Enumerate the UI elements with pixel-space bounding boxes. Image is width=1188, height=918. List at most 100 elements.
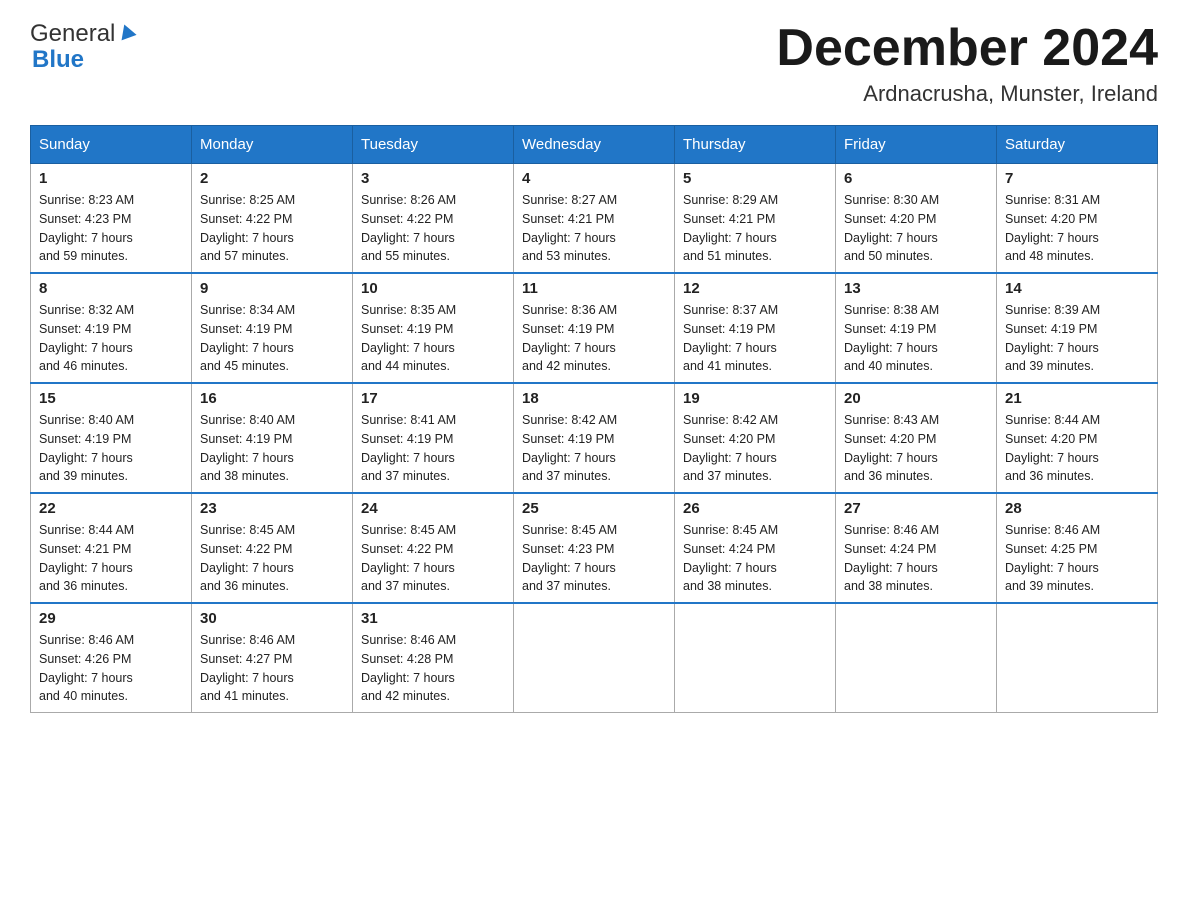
day-info: Sunrise: 8:38 AMSunset: 4:19 PMDaylight:… bbox=[844, 301, 988, 376]
day-info: Sunrise: 8:46 AMSunset: 4:26 PMDaylight:… bbox=[39, 631, 183, 706]
day-info: Sunrise: 8:36 AMSunset: 4:19 PMDaylight:… bbox=[522, 301, 666, 376]
calendar-cell: 27 Sunrise: 8:46 AMSunset: 4:24 PMDaylig… bbox=[836, 493, 997, 603]
col-header-saturday: Saturday bbox=[997, 126, 1158, 164]
calendar-week-row: 15 Sunrise: 8:40 AMSunset: 4:19 PMDaylig… bbox=[31, 383, 1158, 493]
day-number: 7 bbox=[1005, 170, 1149, 187]
day-info: Sunrise: 8:32 AMSunset: 4:19 PMDaylight:… bbox=[39, 301, 183, 376]
col-header-sunday: Sunday bbox=[31, 126, 192, 164]
calendar-week-row: 1 Sunrise: 8:23 AMSunset: 4:23 PMDayligh… bbox=[31, 164, 1158, 274]
day-info: Sunrise: 8:34 AMSunset: 4:19 PMDaylight:… bbox=[200, 301, 344, 376]
day-number: 17 bbox=[361, 390, 505, 407]
day-number: 6 bbox=[844, 170, 988, 187]
day-info: Sunrise: 8:41 AMSunset: 4:19 PMDaylight:… bbox=[361, 411, 505, 486]
day-number: 4 bbox=[522, 170, 666, 187]
day-number: 1 bbox=[39, 170, 183, 187]
calendar-cell: 16 Sunrise: 8:40 AMSunset: 4:19 PMDaylig… bbox=[192, 383, 353, 493]
logo-blue-text: Blue bbox=[32, 46, 84, 74]
calendar-week-row: 29 Sunrise: 8:46 AMSunset: 4:26 PMDaylig… bbox=[31, 603, 1158, 713]
logo: General Blue bbox=[30, 20, 137, 74]
day-info: Sunrise: 8:31 AMSunset: 4:20 PMDaylight:… bbox=[1005, 191, 1149, 266]
day-number: 20 bbox=[844, 390, 988, 407]
day-info: Sunrise: 8:44 AMSunset: 4:20 PMDaylight:… bbox=[1005, 411, 1149, 486]
day-number: 11 bbox=[522, 280, 666, 297]
calendar-cell: 30 Sunrise: 8:46 AMSunset: 4:27 PMDaylig… bbox=[192, 603, 353, 713]
day-info: Sunrise: 8:46 AMSunset: 4:28 PMDaylight:… bbox=[361, 631, 505, 706]
day-info: Sunrise: 8:27 AMSunset: 4:21 PMDaylight:… bbox=[522, 191, 666, 266]
calendar-table: SundayMondayTuesdayWednesdayThursdayFrid… bbox=[30, 125, 1158, 713]
page-subtitle: Ardnacrusha, Munster, Ireland bbox=[776, 81, 1158, 107]
calendar-cell: 21 Sunrise: 8:44 AMSunset: 4:20 PMDaylig… bbox=[997, 383, 1158, 493]
col-header-tuesday: Tuesday bbox=[353, 126, 514, 164]
day-info: Sunrise: 8:44 AMSunset: 4:21 PMDaylight:… bbox=[39, 521, 183, 596]
day-info: Sunrise: 8:46 AMSunset: 4:25 PMDaylight:… bbox=[1005, 521, 1149, 596]
day-number: 23 bbox=[200, 500, 344, 517]
day-info: Sunrise: 8:23 AMSunset: 4:23 PMDaylight:… bbox=[39, 191, 183, 266]
calendar-week-row: 8 Sunrise: 8:32 AMSunset: 4:19 PMDayligh… bbox=[31, 273, 1158, 383]
day-number: 9 bbox=[200, 280, 344, 297]
day-number: 18 bbox=[522, 390, 666, 407]
day-info: Sunrise: 8:26 AMSunset: 4:22 PMDaylight:… bbox=[361, 191, 505, 266]
day-number: 25 bbox=[522, 500, 666, 517]
day-number: 15 bbox=[39, 390, 183, 407]
col-header-thursday: Thursday bbox=[675, 126, 836, 164]
page-header: General Blue December 2024 Ardnacrusha, … bbox=[30, 20, 1158, 107]
day-info: Sunrise: 8:37 AMSunset: 4:19 PMDaylight:… bbox=[683, 301, 827, 376]
calendar-cell bbox=[997, 603, 1158, 713]
day-number: 29 bbox=[39, 610, 183, 627]
calendar-cell: 19 Sunrise: 8:42 AMSunset: 4:20 PMDaylig… bbox=[675, 383, 836, 493]
calendar-cell: 12 Sunrise: 8:37 AMSunset: 4:19 PMDaylig… bbox=[675, 273, 836, 383]
day-info: Sunrise: 8:35 AMSunset: 4:19 PMDaylight:… bbox=[361, 301, 505, 376]
day-number: 3 bbox=[361, 170, 505, 187]
day-info: Sunrise: 8:40 AMSunset: 4:19 PMDaylight:… bbox=[200, 411, 344, 486]
calendar-cell: 2 Sunrise: 8:25 AMSunset: 4:22 PMDayligh… bbox=[192, 164, 353, 274]
day-number: 10 bbox=[361, 280, 505, 297]
calendar-cell: 4 Sunrise: 8:27 AMSunset: 4:21 PMDayligh… bbox=[514, 164, 675, 274]
calendar-cell bbox=[514, 603, 675, 713]
calendar-cell: 3 Sunrise: 8:26 AMSunset: 4:22 PMDayligh… bbox=[353, 164, 514, 274]
calendar-cell: 15 Sunrise: 8:40 AMSunset: 4:19 PMDaylig… bbox=[31, 383, 192, 493]
day-number: 2 bbox=[200, 170, 344, 187]
day-number: 28 bbox=[1005, 500, 1149, 517]
calendar-cell: 5 Sunrise: 8:29 AMSunset: 4:21 PMDayligh… bbox=[675, 164, 836, 274]
day-info: Sunrise: 8:25 AMSunset: 4:22 PMDaylight:… bbox=[200, 191, 344, 266]
col-header-wednesday: Wednesday bbox=[514, 126, 675, 164]
day-info: Sunrise: 8:46 AMSunset: 4:27 PMDaylight:… bbox=[200, 631, 344, 706]
day-number: 30 bbox=[200, 610, 344, 627]
calendar-cell: 9 Sunrise: 8:34 AMSunset: 4:19 PMDayligh… bbox=[192, 273, 353, 383]
day-number: 19 bbox=[683, 390, 827, 407]
col-header-friday: Friday bbox=[836, 126, 997, 164]
calendar-cell: 20 Sunrise: 8:43 AMSunset: 4:20 PMDaylig… bbox=[836, 383, 997, 493]
day-number: 22 bbox=[39, 500, 183, 517]
day-number: 5 bbox=[683, 170, 827, 187]
day-info: Sunrise: 8:42 AMSunset: 4:20 PMDaylight:… bbox=[683, 411, 827, 486]
calendar-cell: 28 Sunrise: 8:46 AMSunset: 4:25 PMDaylig… bbox=[997, 493, 1158, 603]
day-number: 13 bbox=[844, 280, 988, 297]
logo-triangle-icon bbox=[117, 22, 137, 47]
day-number: 27 bbox=[844, 500, 988, 517]
day-number: 26 bbox=[683, 500, 827, 517]
day-info: Sunrise: 8:42 AMSunset: 4:19 PMDaylight:… bbox=[522, 411, 666, 486]
calendar-cell: 26 Sunrise: 8:45 AMSunset: 4:24 PMDaylig… bbox=[675, 493, 836, 603]
calendar-cell: 11 Sunrise: 8:36 AMSunset: 4:19 PMDaylig… bbox=[514, 273, 675, 383]
day-info: Sunrise: 8:40 AMSunset: 4:19 PMDaylight:… bbox=[39, 411, 183, 486]
calendar-cell bbox=[836, 603, 997, 713]
calendar-cell: 23 Sunrise: 8:45 AMSunset: 4:22 PMDaylig… bbox=[192, 493, 353, 603]
calendar-cell: 10 Sunrise: 8:35 AMSunset: 4:19 PMDaylig… bbox=[353, 273, 514, 383]
calendar-week-row: 22 Sunrise: 8:44 AMSunset: 4:21 PMDaylig… bbox=[31, 493, 1158, 603]
calendar-header-row: SundayMondayTuesdayWednesdayThursdayFrid… bbox=[31, 126, 1158, 164]
day-number: 24 bbox=[361, 500, 505, 517]
day-info: Sunrise: 8:45 AMSunset: 4:24 PMDaylight:… bbox=[683, 521, 827, 596]
day-number: 16 bbox=[200, 390, 344, 407]
logo-general-text: General bbox=[30, 20, 115, 48]
day-info: Sunrise: 8:45 AMSunset: 4:22 PMDaylight:… bbox=[200, 521, 344, 596]
day-info: Sunrise: 8:45 AMSunset: 4:22 PMDaylight:… bbox=[361, 521, 505, 596]
calendar-cell: 22 Sunrise: 8:44 AMSunset: 4:21 PMDaylig… bbox=[31, 493, 192, 603]
col-header-monday: Monday bbox=[192, 126, 353, 164]
day-number: 31 bbox=[361, 610, 505, 627]
calendar-cell: 8 Sunrise: 8:32 AMSunset: 4:19 PMDayligh… bbox=[31, 273, 192, 383]
day-number: 21 bbox=[1005, 390, 1149, 407]
calendar-cell: 25 Sunrise: 8:45 AMSunset: 4:23 PMDaylig… bbox=[514, 493, 675, 603]
day-info: Sunrise: 8:29 AMSunset: 4:21 PMDaylight:… bbox=[683, 191, 827, 266]
day-number: 14 bbox=[1005, 280, 1149, 297]
calendar-cell: 7 Sunrise: 8:31 AMSunset: 4:20 PMDayligh… bbox=[997, 164, 1158, 274]
